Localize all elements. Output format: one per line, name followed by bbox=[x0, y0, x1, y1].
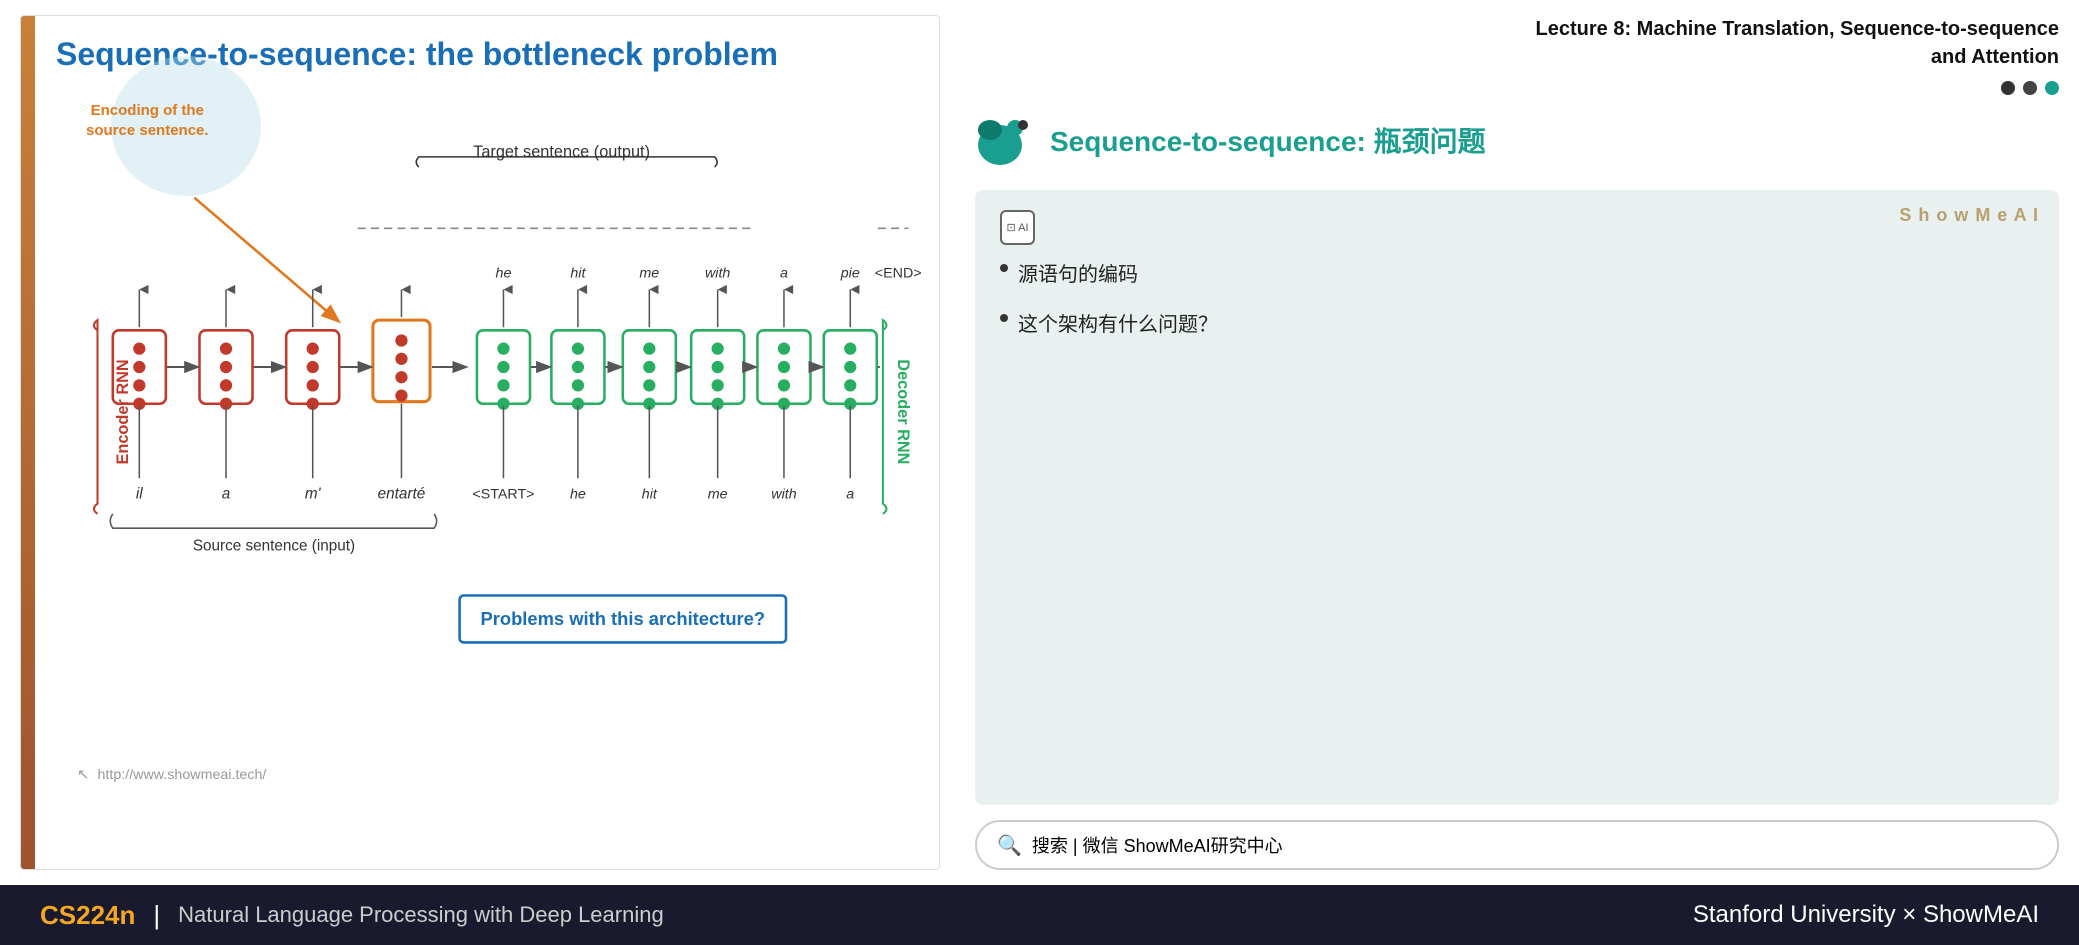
search-icon: 🔍 bbox=[997, 833, 1022, 858]
bottom-right: Stanford University × ShowMeAI bbox=[1693, 901, 2039, 929]
right-panel: Lecture 8: Machine Translation, Sequence… bbox=[955, 0, 2079, 885]
bullet-item-2: 这个架构有什么问题？ bbox=[1000, 310, 2034, 340]
bullet-dot-2 bbox=[1000, 314, 1008, 322]
svg-text:a: a bbox=[780, 265, 788, 281]
diagram-svg: Target sentence (output) bbox=[21, 16, 939, 869]
bottom-subtitle: Natural Language Processing with Deep Le… bbox=[178, 902, 664, 928]
svg-text:me: me bbox=[639, 265, 659, 281]
main-area: Sequence-to-sequence: the bottleneck pro… bbox=[0, 0, 2079, 885]
wave-icon bbox=[975, 110, 1035, 170]
bottom-bar: CS224n | Natural Language Processing wit… bbox=[0, 885, 2079, 945]
dot-dark bbox=[2001, 81, 2015, 95]
showmeai-brand: S h o w M e A I bbox=[1899, 205, 2039, 226]
dot-teal bbox=[2045, 81, 2059, 95]
svg-text:<START>: <START> bbox=[472, 487, 534, 503]
svg-text:pie: pie bbox=[840, 265, 860, 281]
svg-text:he: he bbox=[496, 265, 512, 281]
subtitle-text: Sequence-to-sequence: 瓶颈问题 bbox=[1050, 120, 1486, 160]
svg-text:with: with bbox=[705, 265, 730, 281]
cs-label: CS224n bbox=[40, 900, 135, 931]
svg-text:he: he bbox=[570, 487, 586, 503]
svg-text:me: me bbox=[708, 487, 728, 503]
svg-text:m': m' bbox=[305, 486, 322, 503]
svg-text:entarté: entarté bbox=[378, 486, 426, 503]
encoding-label: Encoding of the source sentence. bbox=[86, 101, 209, 140]
search-bar[interactable]: 🔍 搜索 | 微信 ShowMeAI研究中心 bbox=[975, 820, 2059, 870]
svg-text:Problems with this architectur: Problems with this architecture? bbox=[480, 608, 765, 629]
svg-text:hit: hit bbox=[642, 487, 658, 503]
bottom-left: CS224n | Natural Language Processing wit… bbox=[40, 900, 664, 931]
svg-text:a: a bbox=[846, 487, 854, 503]
svg-text:il: il bbox=[136, 486, 143, 503]
svg-text:Source sentence (input): Source sentence (input) bbox=[193, 538, 355, 555]
encoder-rnn-label: Encoder RNN bbox=[114, 359, 132, 464]
search-text: 搜索 | 微信 ShowMeAI研究中心 bbox=[1032, 832, 1283, 858]
lecture-header: Lecture 8: Machine Translation, Sequence… bbox=[975, 15, 2059, 71]
bullet-text-1: 源语句的编码 bbox=[1018, 260, 1138, 290]
subtitle-card: Sequence-to-sequence: 瓶颈问题 bbox=[975, 110, 2059, 175]
svg-text:hit: hit bbox=[570, 265, 586, 281]
svg-text:<END>: <END> bbox=[875, 265, 922, 281]
svg-text:a: a bbox=[222, 486, 231, 503]
target-label: Target sentence (output) bbox=[473, 143, 650, 161]
svg-text:↖: ↖ bbox=[77, 767, 89, 783]
bullet-text-2: 这个架构有什么问题？ bbox=[1018, 310, 1218, 340]
bullet-dot-1 bbox=[1000, 264, 1008, 272]
content-card: ⊡ AI S h o w M e A I 源语句的编码 这个架构有什么问题？ bbox=[975, 190, 2059, 805]
svg-text:http://www.showmeai.tech/: http://www.showmeai.tech/ bbox=[98, 767, 267, 783]
ai-icon: ⊡ AI bbox=[1000, 210, 1035, 245]
dots-decoration bbox=[975, 81, 2059, 95]
decoder-rnn-label: Decoder RNN bbox=[894, 359, 912, 464]
slide-panel: Sequence-to-sequence: the bottleneck pro… bbox=[20, 15, 940, 870]
dot-dark2 bbox=[2023, 81, 2037, 95]
svg-text:with: with bbox=[771, 487, 796, 503]
divider: | bbox=[153, 900, 160, 931]
bullet-item-1: 源语句的编码 bbox=[1000, 260, 2034, 290]
